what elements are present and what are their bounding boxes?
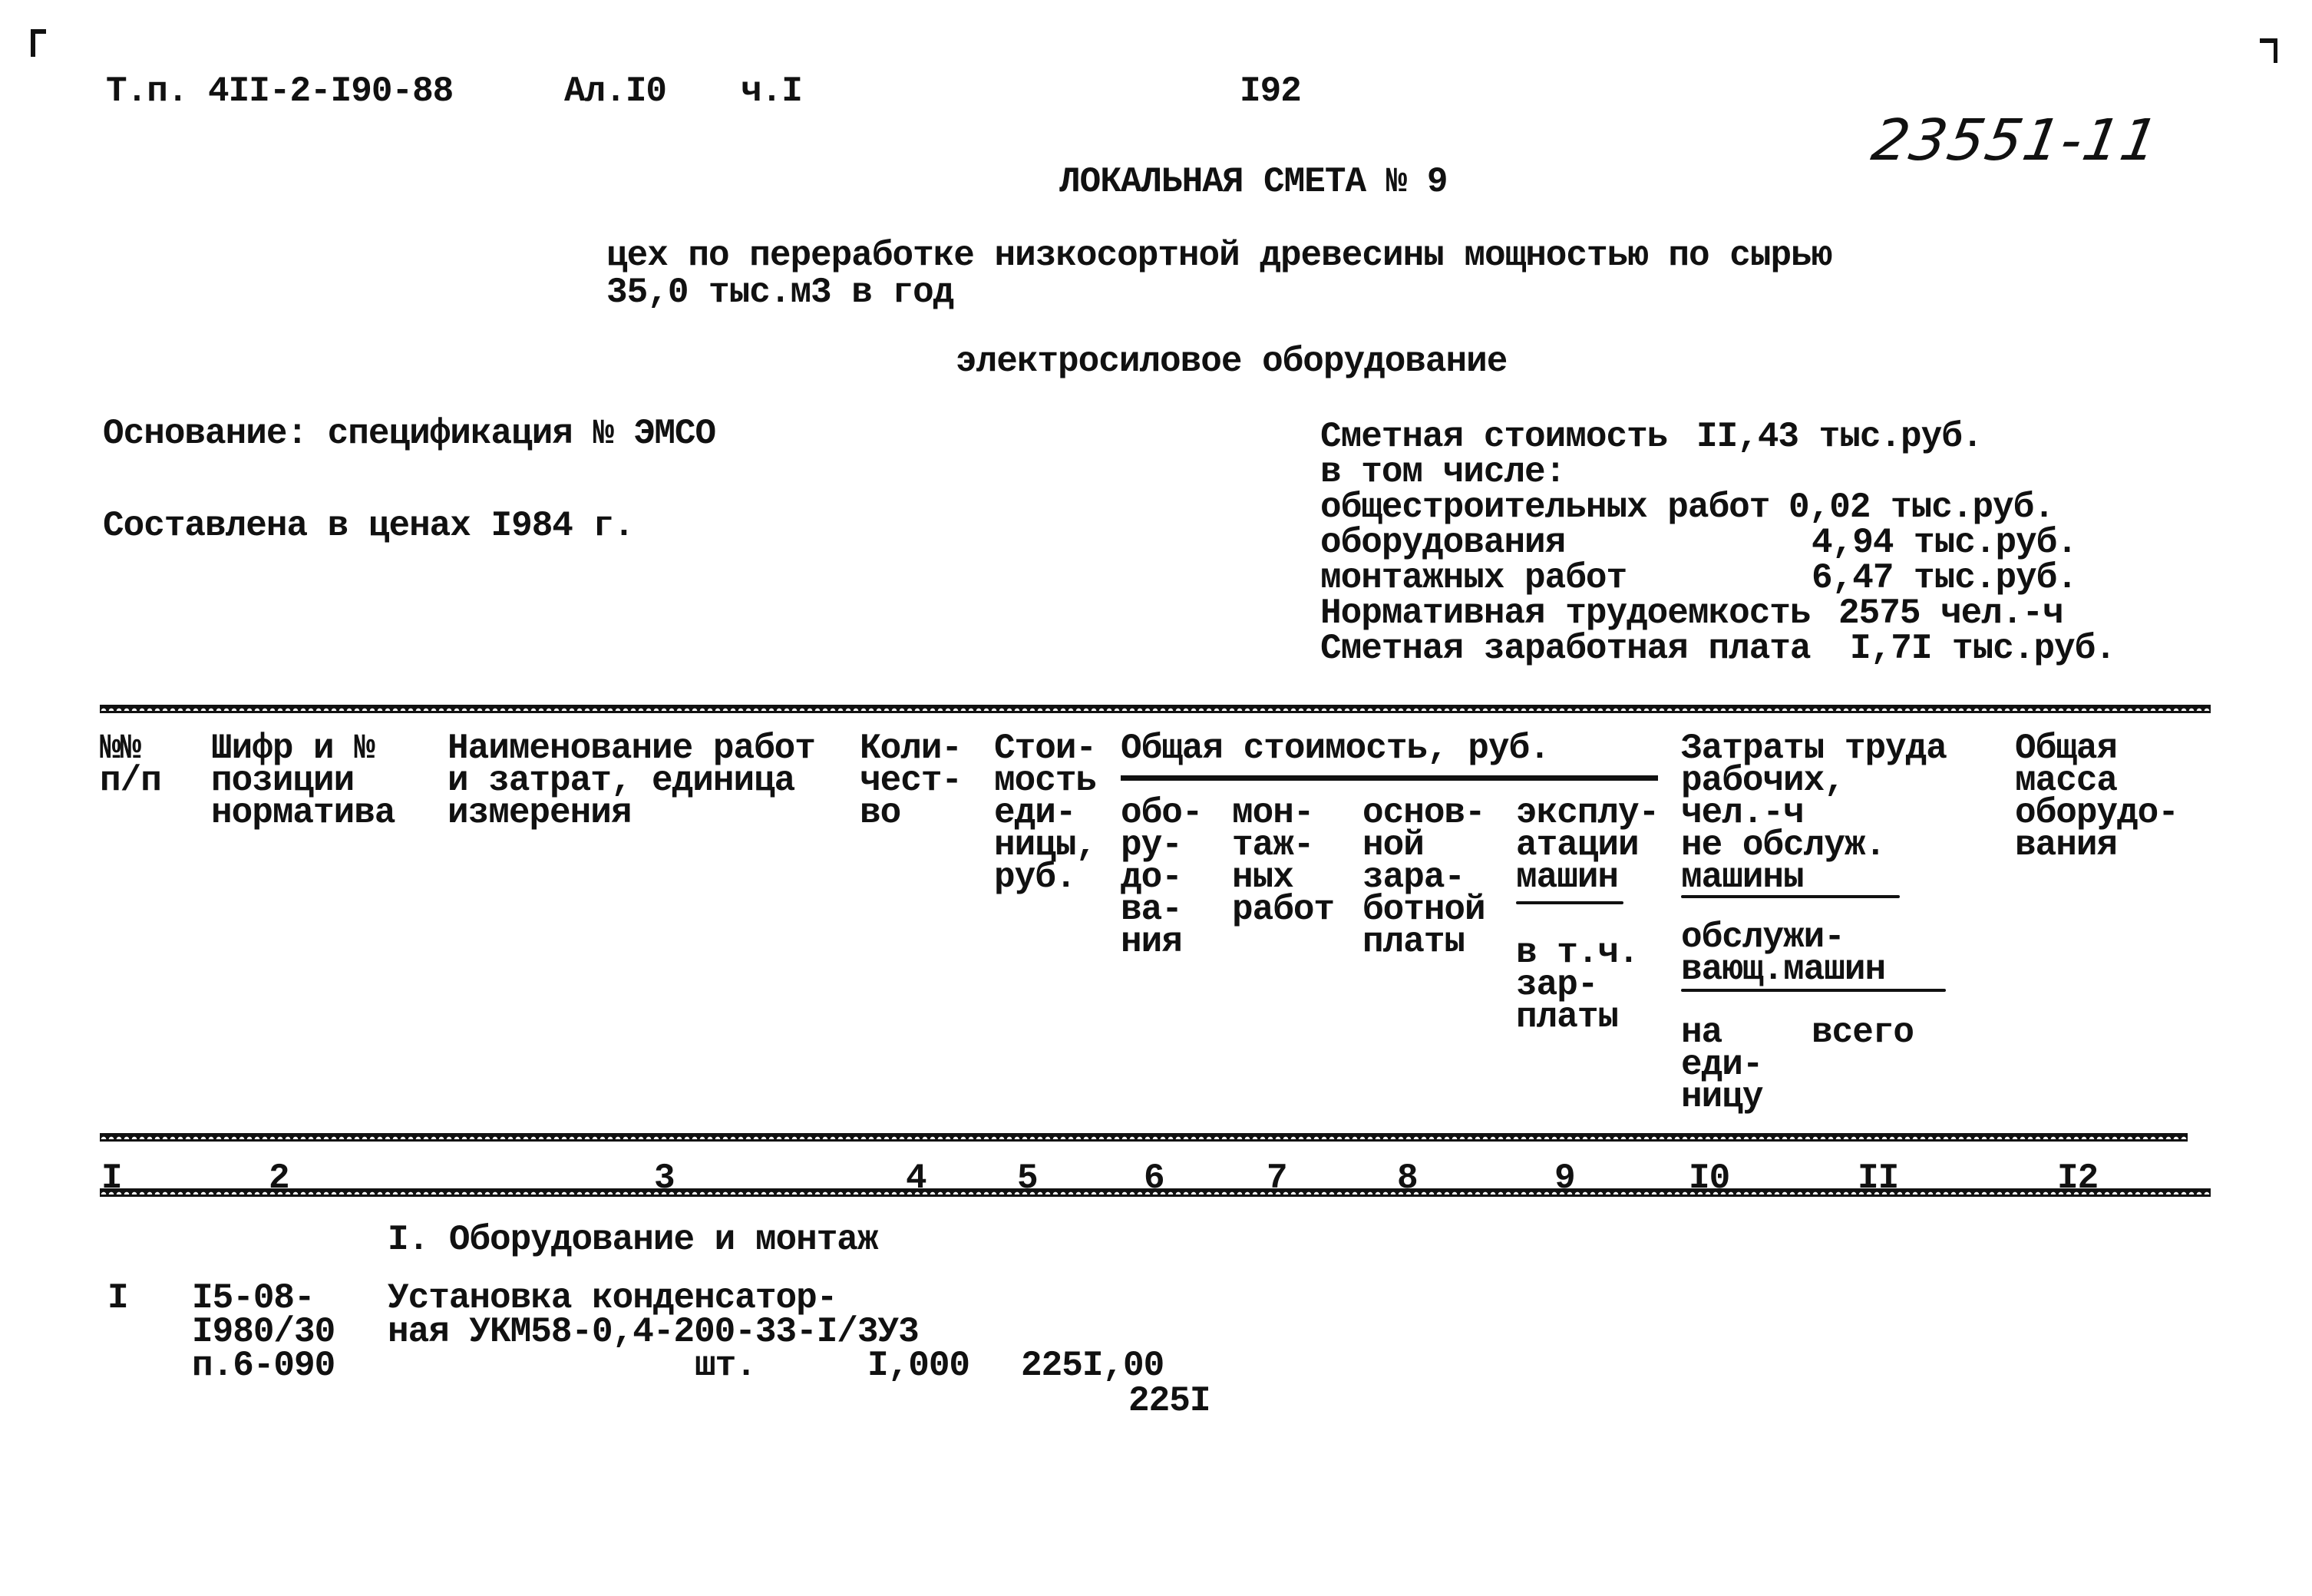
basis-text: Основание: спецификация № ЭМСО [103, 414, 716, 454]
inventory-stamp: 23551-11 [1867, 107, 2165, 173]
labor-sub2-underline [1681, 989, 1946, 992]
section-title: I. Оборудование и монтаж [388, 1220, 879, 1260]
summary-row-value: 0,02 тыс.руб. [1788, 487, 2055, 527]
header-c4: во [860, 793, 901, 833]
summary-row-label: общестроительных работ [1320, 487, 1770, 527]
total-cost-value: II,43 тыс.руб. [1696, 417, 1983, 457]
header-c8: платы [1362, 922, 1465, 962]
labor-value: 2575 чел.-ч [1838, 593, 2064, 633]
document-title: ЛОКАЛЬНАЯ СМЕТА № 9 [1059, 162, 1448, 202]
row-equipment-total: 225I [1128, 1381, 1210, 1421]
summary-row-label: монтажных работ [1320, 558, 1627, 598]
header-c2: норматива [211, 793, 395, 833]
summary-row-label: оборудования [1320, 523, 1566, 563]
c9-underline [1516, 901, 1623, 904]
summary-row-value: 4,94 тыс.руб. [1812, 523, 2078, 563]
row-name: ная УКМ58-0,4-200-33-I/3У3 [388, 1312, 920, 1352]
header-labor-sub2: вающ.машин [1681, 950, 1886, 990]
summary-row-value: 6,47 тыс.руб. [1812, 558, 2078, 598]
document-subtitle: электросиловое оборудование [956, 342, 1508, 382]
corner-mark-top-right [2260, 38, 2277, 43]
labor-label: Нормативная трудоемкость [1320, 593, 1812, 633]
corner-mark-top-left [31, 29, 46, 34]
row-code: I980/30 [192, 1312, 335, 1352]
header-c9: машин [1516, 857, 1619, 897]
object-description-line2: 35,0 тыс.м3 в год [606, 273, 954, 312]
column-numbers-bottom-rule [100, 1188, 2211, 1197]
header-c7: работ [1232, 890, 1335, 930]
header-labor-sub1: машины [1681, 857, 1805, 897]
row-code: п.6-090 [192, 1346, 335, 1386]
header-c3: измерения [448, 793, 632, 833]
row-quantity: I,000 [867, 1346, 970, 1386]
column-numbers-top-rule [100, 1133, 2188, 1142]
part-number: ч.I [741, 71, 803, 111]
header-c9-sub: платы [1516, 997, 1619, 1037]
row-number: I [107, 1278, 129, 1318]
header-c10: ницу [1681, 1077, 1763, 1117]
object-description-line1: цех по переработке низкосортной древесин… [606, 236, 1832, 276]
header-c11: всего [1812, 1013, 1914, 1052]
row-name: Установка конденсатор- [388, 1278, 837, 1318]
wage-value: I,7I тыс.руб. [1850, 629, 2116, 669]
labor-sub1-underline [1681, 895, 1900, 898]
page-number: I92 [1240, 71, 1302, 111]
header-c12: вания [2015, 825, 2118, 865]
prices-text: Составлена в ценах I984 г. [103, 506, 635, 546]
header-c5: руб. [994, 857, 1076, 897]
total-cost-label: Сметная стоимость [1320, 417, 1668, 457]
album-number: Ал.I0 [564, 71, 667, 111]
group-divider [1121, 775, 1658, 781]
row-code: I5-08- [192, 1278, 315, 1318]
header-group-total-cost: Общая стоимость, руб. [1121, 729, 1551, 768]
row-unit-cost: 225I,00 [1021, 1346, 1164, 1386]
project-code: Т.п. 4II-2-I90-88 [106, 71, 454, 111]
including-label: в том числе: [1320, 452, 1566, 492]
header-c6: ния [1121, 922, 1183, 962]
table-top-rule [100, 705, 2211, 713]
wage-label: Сметная заработная плата [1320, 629, 1812, 669]
header-c1: п/п [100, 761, 162, 801]
row-unit: шт. [695, 1346, 757, 1386]
